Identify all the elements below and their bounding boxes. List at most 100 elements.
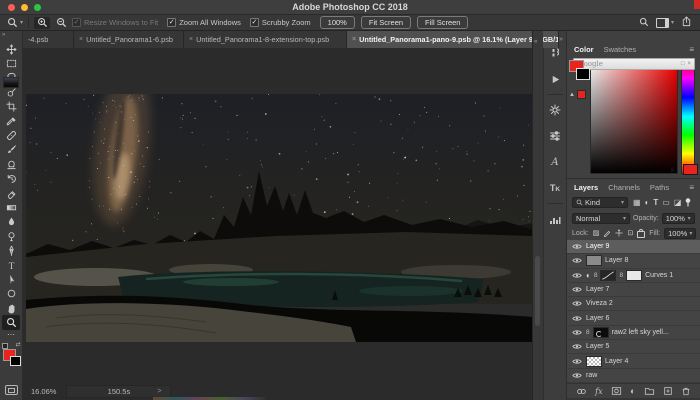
zoom-all-windows-checkbox[interactable]: ✓ Zoom All Windows xyxy=(167,18,241,27)
zoom-in-button[interactable] xyxy=(34,17,50,29)
scrubby-zoom-checkbox[interactable]: ✓ Scrubby Zoom xyxy=(250,18,311,27)
zoom-tool-selected[interactable] xyxy=(2,315,20,329)
layer-row[interactable]: raw xyxy=(567,369,700,383)
gradient-tool[interactable] xyxy=(2,200,20,214)
delete-layer-icon[interactable] xyxy=(681,386,691,396)
zoom-100-button[interactable]: 100% xyxy=(320,16,355,29)
fill-dropdown[interactable]: 100% ▾ xyxy=(664,228,696,239)
shape-tool[interactable] xyxy=(2,287,20,301)
background-color-swatch[interactable] xyxy=(10,356,21,366)
move-tool[interactable] xyxy=(2,42,20,56)
toolbar-collapse-icon[interactable]: » xyxy=(0,31,5,42)
link-layers-icon[interactable] xyxy=(576,387,587,396)
document-tab[interactable]: × Untitled_Panorama1-8-extension-top.psb xyxy=(184,31,347,48)
curves-thumbnail[interactable] xyxy=(600,270,616,281)
history-brush-tool[interactable] xyxy=(2,172,20,186)
workspace-switcher-icon[interactable]: ▾ xyxy=(656,18,674,28)
tab-swatches[interactable]: Swatches xyxy=(604,45,637,54)
lock-artboard-icon[interactable]: ⊡ xyxy=(627,229,633,237)
close-tab-icon[interactable]: × xyxy=(79,36,83,43)
new-adjustment-layer-icon[interactable]: ◐ xyxy=(630,386,635,396)
layer-row[interactable]: Layer 5 xyxy=(567,340,700,354)
eraser-tool[interactable] xyxy=(2,186,20,200)
type-tool[interactable]: T xyxy=(2,258,20,272)
zoom-tool-icon[interactable]: ▾ xyxy=(7,17,23,28)
new-group-icon[interactable] xyxy=(644,386,655,396)
document-tab[interactable]: -4.psb xyxy=(23,31,74,48)
layer-visibility-toggle[interactable] xyxy=(571,372,583,379)
hue-slider[interactable] xyxy=(681,59,695,174)
adjustment-layer-filter-icon[interactable]: ◐ xyxy=(645,198,650,207)
lock-pixels-icon[interactable] xyxy=(603,229,611,237)
layer-row[interactable]: 8 raw2 left sky yell... xyxy=(567,326,700,340)
edit-toolbar-icon[interactable]: ⋯ xyxy=(7,330,15,341)
mask-link-icon[interactable]: 8 xyxy=(619,272,623,279)
shape-layer-filter-icon[interactable]: ▭ xyxy=(662,198,670,207)
layer-effects-icon[interactable]: fx xyxy=(595,387,602,396)
tab-channels[interactable]: Channels xyxy=(608,183,640,192)
layer-row[interactable]: Layer 8 xyxy=(567,254,700,268)
filter-kind-dropdown[interactable]: Kind ▾ xyxy=(572,197,628,208)
background-color-swatch[interactable] xyxy=(576,68,590,80)
document-canvas-image[interactable] xyxy=(26,94,532,342)
pen-tool[interactable] xyxy=(2,243,20,257)
swap-colors-icon[interactable]: ⇄ xyxy=(15,341,20,348)
layer-row[interactable]: Layer 6 xyxy=(567,311,700,325)
lock-transparency-icon[interactable]: ▨ xyxy=(593,229,600,237)
layer-visibility-toggle[interactable] xyxy=(571,272,583,279)
layer-row[interactable]: ◐ 8 8 Curves 1 xyxy=(567,269,700,283)
canvas-scrollbar[interactable]: « xyxy=(532,31,543,400)
layer-row[interactable]: Layer 7 xyxy=(567,283,700,297)
panel-menu-icon[interactable]: ≡ xyxy=(689,183,694,192)
crop-tool[interactable] xyxy=(2,100,20,114)
blend-mode-dropdown[interactable]: Normal ▾ xyxy=(572,213,630,224)
resize-windows-checkbox[interactable]: ✓ Resize Windows to Fit xyxy=(72,18,158,27)
close-tab-icon[interactable]: × xyxy=(352,36,356,43)
layer-visibility-toggle[interactable] xyxy=(571,315,583,322)
zoom-level-value[interactable]: 16.06% xyxy=(31,387,56,396)
share-icon[interactable] xyxy=(681,16,692,29)
camera-raw-panel-icon[interactable] xyxy=(544,97,566,123)
screen-mode-icon[interactable] xyxy=(5,385,18,395)
type-layer-filter-icon[interactable]: T xyxy=(653,198,658,207)
google-overlay-window[interactable]: Google □ × xyxy=(573,58,695,70)
marquee-tool[interactable] xyxy=(2,56,20,70)
new-layer-icon[interactable] xyxy=(663,386,673,396)
layer-visibility-toggle[interactable] xyxy=(571,358,583,365)
pixel-layer-filter-icon[interactable]: ▦ xyxy=(633,198,641,207)
tab-overflow-icon[interactable]: » xyxy=(559,31,563,48)
layer-row-selected[interactable]: Layer 9 xyxy=(567,240,700,254)
tk-panel-icon[interactable]: TK xyxy=(544,175,566,201)
lock-all-icon[interactable] xyxy=(637,228,645,238)
layer-visibility-toggle[interactable] xyxy=(571,329,583,336)
close-window-icon[interactable]: × xyxy=(687,61,691,67)
scrollbar-thumb[interactable] xyxy=(535,256,540,326)
document-tab-active[interactable]: × Untitled_Panorama1-pano-9.psb @ 16.1% … xyxy=(347,31,559,48)
clone-stamp-tool[interactable] xyxy=(2,157,20,171)
search-icon[interactable] xyxy=(639,17,649,29)
smart-object-filter-icon[interactable]: ◪ xyxy=(674,198,682,207)
layer-mask-thumbnail[interactable] xyxy=(593,327,609,338)
gamut-color-swatch[interactable] xyxy=(577,90,586,99)
layer-visibility-toggle[interactable] xyxy=(571,286,583,293)
tab-color[interactable]: Color xyxy=(574,45,594,54)
blur-tool[interactable] xyxy=(2,215,20,229)
histogram-panel-icon[interactable] xyxy=(544,206,566,232)
gamut-warning[interactable]: ▲ xyxy=(569,90,586,99)
layer-visibility-toggle[interactable] xyxy=(571,257,583,264)
layer-thumbnail[interactable] xyxy=(586,356,602,367)
fill-screen-button[interactable]: Fill Screen xyxy=(417,16,468,29)
layer-visibility-toggle[interactable] xyxy=(571,300,583,307)
spot-healing-tool[interactable] xyxy=(2,128,20,142)
dodge-tool[interactable] xyxy=(2,229,20,243)
close-tab-icon[interactable]: × xyxy=(189,36,193,43)
filter-toggle-icon[interactable] xyxy=(685,198,691,207)
path-selection-tool[interactable] xyxy=(2,272,20,286)
zoom-out-button[interactable] xyxy=(53,17,69,29)
mask-link-icon[interactable]: 8 xyxy=(594,272,598,279)
tab-layers[interactable]: Layers xyxy=(574,183,598,192)
canvas-workspace[interactable]: 16.06% 150.5s > xyxy=(23,48,532,400)
layer-row[interactable]: Layer 4 xyxy=(567,354,700,368)
layer-mask-thumbnail[interactable] xyxy=(626,270,642,281)
status-expand-icon[interactable]: > xyxy=(157,388,161,395)
